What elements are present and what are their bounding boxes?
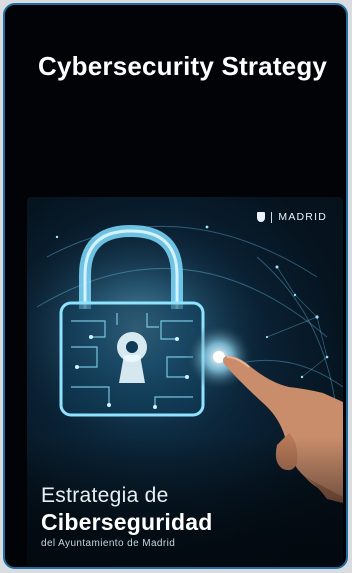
brand-divider (271, 211, 273, 223)
cover-title-line2: Ciberseguridad (41, 509, 213, 535)
cover-image: MADRID Estrategia de Ciberseguridad del … (27, 197, 343, 566)
cover-title-line1: Estrategia de (41, 484, 169, 507)
madrid-brand: MADRID (257, 211, 327, 223)
madrid-shield-icon (257, 212, 266, 222)
cybersecurity-strategy-card[interactable]: Cybersecurity Strategy MADRID Estrategia… (3, 3, 348, 569)
card-title: Cybersecurity Strategy (38, 51, 328, 81)
cover-subtitle: del Ayuntamiento de Madrid (41, 538, 176, 549)
brand-name: MADRID (278, 211, 327, 223)
